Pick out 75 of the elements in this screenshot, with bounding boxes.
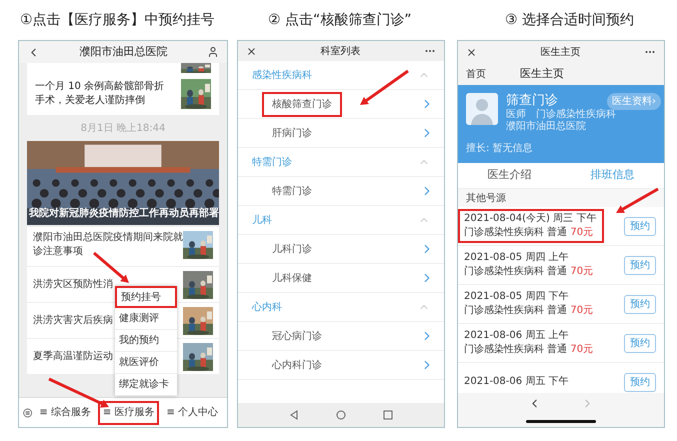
timestamp: 8月1日 晚上18:44 <box>80 122 166 136</box>
department-row[interactable]: 儿科保健 <box>238 264 444 293</box>
hospital-name: 濮阳市油田总医院 <box>506 121 587 133</box>
tab-bar-button[interactable]: ≡ 综合服务 <box>34 400 96 424</box>
page-title: 医生主页 <box>520 66 564 82</box>
menu-icon[interactable] <box>23 406 32 420</box>
slot-date: 2021-08-06 周五 下午 <box>464 375 568 389</box>
avatar <box>466 93 498 125</box>
feature-card[interactable]: 我院对新冠肺炎疫情防控工作再动员再部署 <box>27 141 219 225</box>
slot-date: 2021-08-04(今天) 周三 下午 <box>464 212 596 226</box>
menu-item[interactable]: 绑定就诊卡 <box>115 374 177 396</box>
doctor-role: 医师 门诊感染性疾病科 <box>506 109 617 120</box>
home-indicator <box>526 420 596 423</box>
pointer-arrow <box>360 70 409 105</box>
window-title: 濮阳市油田总医院 <box>80 44 168 60</box>
department-row[interactable]: 冠心病门诊 <box>238 322 444 351</box>
menu-item[interactable]: 我的预约 <box>115 330 177 352</box>
slot-detail: 门诊感染性疾病科 普通 70元 <box>464 265 594 279</box>
pointer-arrow <box>616 188 659 213</box>
menu-item[interactable]: 就医评价 <box>115 352 177 374</box>
department-row[interactable]: 核酸筛查门诊 <box>238 90 444 119</box>
close-icon[interactable] <box>466 46 477 58</box>
tab-bar-button[interactable]: ≡ 个人中心 <box>161 400 223 424</box>
department-name: 核酸筛查门诊 <box>262 92 342 116</box>
slot-detail: 门诊感染性疾病科 普通 70元 <box>464 343 594 357</box>
news-title[interactable]: 洪涝灾区预防性消 <box>33 278 113 292</box>
slot-info[interactable]: 2021-08-06 周五 上午 门诊感染性疾病科 普通 70元 <box>458 326 602 360</box>
slot-info[interactable]: 2021-08-06 周五 下午 <box>458 372 576 392</box>
news-title[interactable]: 夏季高温谨防运动 <box>33 350 113 364</box>
news-title[interactable]: 濮阳市油田总医院疫情期间来院就诊注意事项 <box>33 231 183 259</box>
menu-item[interactable]: 健康测评 <box>115 308 177 330</box>
slot-date: 2021-08-06 周五 上午 <box>464 329 570 343</box>
section-title: 心内科 <box>252 300 282 314</box>
step-caption: ③ 选择合适时间预约 <box>504 10 636 30</box>
department-row[interactable]: 心内科门诊 <box>238 351 444 380</box>
step-caption: ①点击【医疗服务】中预约挂号 <box>19 10 216 30</box>
department-name: 儿科保健 <box>271 272 313 286</box>
recents-icon[interactable] <box>383 410 394 420</box>
section-title: 儿科 <box>252 214 272 228</box>
slot-date: 2021-08-05 周四 上午 <box>464 251 570 265</box>
step-caption: ② 点击“核酸筛查门诊” <box>267 10 413 30</box>
section-title: 感染性疾病科 <box>252 68 312 82</box>
window-title: 医生主页 <box>540 46 580 60</box>
window-title: 科室列表 <box>320 44 360 58</box>
tab[interactable]: 医生介绍 <box>458 163 561 188</box>
home-link[interactable]: 首页 <box>466 66 486 82</box>
specialty-text: 擅长: 暂无信息 <box>466 142 534 156</box>
section-title: 特需门诊 <box>252 156 292 170</box>
user-icon[interactable] <box>207 46 219 58</box>
department-name: 冠心病门诊 <box>271 330 323 344</box>
slot-date: 2021-08-05 周四 下午 <box>464 290 570 304</box>
news-card[interactable]: 一个月 10 余例高龄髋部骨折手术，关爱老人谨防摔倒 <box>27 73 219 115</box>
department-name: 特需门诊 <box>271 184 313 198</box>
slot-info[interactable]: 2021-08-04(今天) 周三 下午 门诊感染性疾病科 普通 70元 <box>458 209 604 243</box>
news-title[interactable]: 洪涝灾害灾后疾病 <box>33 314 113 328</box>
slot-info[interactable]: 2021-08-05 周四 下午 门诊感染性疾病科 普通 70元 <box>458 287 602 321</box>
back-icon[interactable] <box>288 410 299 420</box>
pointer-arrow <box>48 378 109 408</box>
department-name: 肝病门诊 <box>271 126 313 140</box>
doctor-name: 筛查门诊 <box>506 93 558 108</box>
slot-detail: 门诊感染性疾病科 普通 70元 <box>464 304 594 318</box>
section-title: 其他号源 <box>466 192 506 206</box>
department-row[interactable]: 特需门诊 <box>238 177 444 206</box>
department-row[interactable]: 肝病门诊 <box>238 119 444 148</box>
tab-bar-button[interactable]: ≡ 医疗服务 <box>98 400 160 424</box>
slot-info[interactable]: 2021-08-05 周四 上午 门诊感染性疾病科 普通 70元 <box>458 248 602 282</box>
department-name: 心内科门诊 <box>270 358 323 372</box>
menu-item[interactable]: 预约挂号 <box>115 286 177 308</box>
department-row[interactable]: 儿科门诊 <box>238 235 444 264</box>
close-icon[interactable] <box>246 46 257 56</box>
slot-detail: 门诊感染性疾病科 普通 70元 <box>464 226 594 240</box>
news-title: 一个月 10 余例高龄髋部骨折手术，关爱老人谨防摔倒 <box>35 80 166 108</box>
feature-caption: 我院对新冠肺炎疫情防控工作再动员再部署 <box>29 206 219 221</box>
home-icon[interactable] <box>336 410 346 420</box>
department-name: 儿科门诊 <box>271 242 313 256</box>
